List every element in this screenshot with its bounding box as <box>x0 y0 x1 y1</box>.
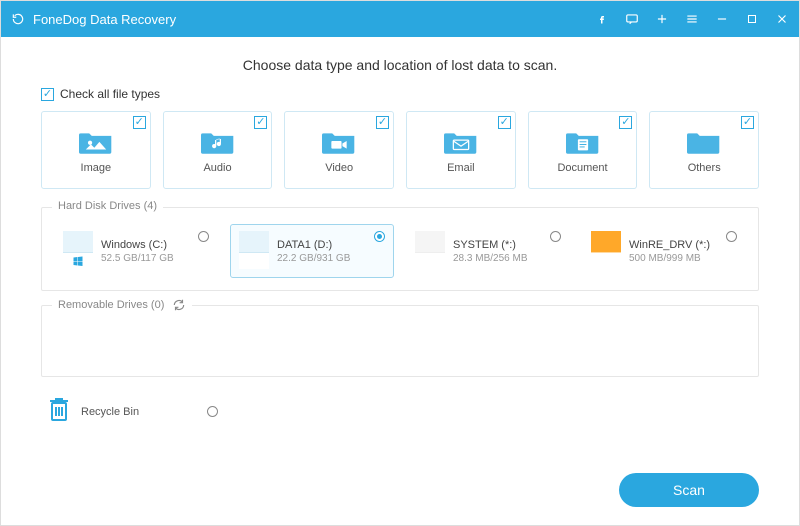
app-window: FoneDog Data Recovery Choose data type a… <box>0 0 800 526</box>
check-all-row[interactable]: Check all file types <box>41 87 759 101</box>
recycle-radio[interactable] <box>207 406 218 417</box>
feedback-icon[interactable] <box>625 12 639 26</box>
facebook-icon[interactable] <box>595 12 609 26</box>
drive-icon <box>63 231 93 269</box>
check-all-label: Check all file types <box>60 87 160 101</box>
drive-data1-d[interactable]: DATA1 (D:) 22.2 GB/931 GB <box>230 224 394 278</box>
titlebar: FoneDog Data Recovery <box>1 1 799 37</box>
others-icon <box>686 126 722 156</box>
drive-windows-c[interactable]: Windows (C:) 52.5 GB/117 GB <box>54 224 218 278</box>
audio-icon <box>200 126 236 156</box>
email-icon <box>443 126 479 156</box>
drive-name: WinRE_DRV (*:) <box>629 239 710 251</box>
type-checkbox[interactable] <box>498 116 511 129</box>
type-label: Video <box>325 162 353 174</box>
titlebar-controls <box>595 12 789 26</box>
removable-legend: Removable Drives (0) <box>52 298 192 312</box>
refresh-icon[interactable] <box>172 298 186 312</box>
hard-disk-group: Hard Disk Drives (4) Windows (C:) 52.5 G… <box>41 207 759 291</box>
maximize-icon[interactable] <box>745 12 759 26</box>
drive-icon <box>239 231 269 269</box>
hard-disk-legend: Hard Disk Drives (4) <box>52 200 163 212</box>
removable-drives-group: Removable Drives (0) <box>41 305 759 377</box>
file-types-row: Image Audio Video <box>41 111 759 189</box>
drive-size: 28.3 MB/256 MB <box>453 253 527 264</box>
type-checkbox[interactable] <box>376 116 389 129</box>
app-logo-icon <box>11 12 25 26</box>
titlebar-left: FoneDog Data Recovery <box>11 12 176 27</box>
menu-icon[interactable] <box>685 12 699 26</box>
video-icon <box>321 126 357 156</box>
drive-winre[interactable]: WinRE_DRV (*:) 500 MB/999 MB <box>582 224 746 278</box>
type-checkbox[interactable] <box>741 116 754 129</box>
drive-size: 500 MB/999 MB <box>629 253 710 264</box>
type-card-email[interactable]: Email <box>406 111 516 189</box>
content-area: Choose data type and location of lost da… <box>1 37 799 525</box>
drive-icon <box>415 231 445 269</box>
drive-radio[interactable] <box>550 231 561 242</box>
image-icon <box>78 126 114 156</box>
drive-name: DATA1 (D:) <box>277 239 350 251</box>
type-card-image[interactable]: Image <box>41 111 151 189</box>
check-all-checkbox[interactable] <box>41 88 54 101</box>
drive-radio[interactable] <box>374 231 385 242</box>
type-checkbox[interactable] <box>619 116 632 129</box>
drive-size: 22.2 GB/931 GB <box>277 253 350 264</box>
type-checkbox[interactable] <box>133 116 146 129</box>
type-card-audio[interactable]: Audio <box>163 111 273 189</box>
page-heading: Choose data type and location of lost da… <box>41 57 759 73</box>
type-card-document[interactable]: Document <box>528 111 638 189</box>
type-label: Audio <box>203 162 231 174</box>
type-checkbox[interactable] <box>254 116 267 129</box>
drive-size: 52.5 GB/117 GB <box>101 253 174 264</box>
hard-disk-drives-row: Windows (C:) 52.5 GB/117 GB DATA1 (D:) 2… <box>54 224 746 278</box>
drive-radio[interactable] <box>198 231 209 242</box>
plus-icon[interactable] <box>655 12 669 26</box>
type-label: Document <box>557 162 607 174</box>
minimize-icon[interactable] <box>715 12 729 26</box>
recycle-bin-label: Recycle Bin <box>81 406 139 418</box>
document-icon <box>565 126 601 156</box>
drive-icon <box>591 231 621 269</box>
type-card-others[interactable]: Others <box>649 111 759 189</box>
recycle-bin-row[interactable]: Recycle Bin <box>41 391 759 428</box>
type-card-video[interactable]: Video <box>284 111 394 189</box>
scan-button[interactable]: Scan <box>619 473 759 507</box>
recycle-bin-icon <box>47 395 71 428</box>
drive-name: SYSTEM (*:) <box>453 239 527 251</box>
drive-radio[interactable] <box>726 231 737 242</box>
type-label: Image <box>81 162 112 174</box>
close-icon[interactable] <box>775 12 789 26</box>
type-label: Others <box>688 162 721 174</box>
type-label: Email <box>447 162 475 174</box>
drive-system[interactable]: SYSTEM (*:) 28.3 MB/256 MB <box>406 224 570 278</box>
drive-name: Windows (C:) <box>101 239 174 251</box>
app-title: FoneDog Data Recovery <box>33 12 176 27</box>
